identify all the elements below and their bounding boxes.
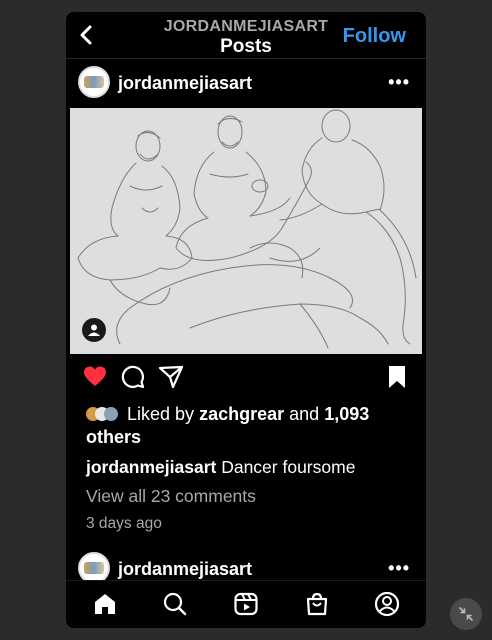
view-comments-link[interactable]: View all 23 comments bbox=[86, 486, 256, 507]
caption-username[interactable]: jordanmejiasart bbox=[86, 457, 216, 477]
post-image[interactable] bbox=[70, 108, 422, 354]
send-icon[interactable] bbox=[158, 364, 184, 390]
next-post-username[interactable]: jordanmejiasart bbox=[118, 559, 252, 580]
profile-icon[interactable] bbox=[374, 591, 400, 617]
shopping-bag-icon[interactable] bbox=[304, 591, 330, 617]
person-icon bbox=[88, 324, 100, 336]
home-icon[interactable] bbox=[92, 591, 118, 617]
follow-button[interactable]: Follow bbox=[343, 25, 406, 48]
liker-avatars bbox=[86, 403, 118, 426]
reels-icon[interactable] bbox=[233, 591, 259, 617]
search-icon[interactable] bbox=[162, 591, 188, 617]
post-username[interactable]: jordanmejiasart bbox=[118, 73, 252, 94]
likes-summary[interactable]: Liked by zachgrear and 1,093 others bbox=[86, 403, 416, 449]
caption-text: Dancer foursome bbox=[221, 457, 356, 477]
sketch-drawing bbox=[70, 108, 422, 354]
liked-by-and: and bbox=[289, 404, 320, 424]
next-post-more-button[interactable]: ••• bbox=[388, 558, 410, 579]
post-actions bbox=[66, 364, 426, 394]
post-timestamp: 3 days ago bbox=[86, 515, 162, 532]
more-options-button[interactable]: ••• bbox=[388, 72, 410, 93]
avatar[interactable] bbox=[78, 66, 110, 98]
liked-by-user[interactable]: zachgrear bbox=[199, 404, 284, 424]
likes-others[interactable]: others bbox=[86, 427, 141, 447]
liked-by-prefix: Liked by bbox=[127, 404, 195, 424]
post-caption: jordanmejiasart Dancer foursome bbox=[86, 457, 355, 478]
avatar bbox=[104, 407, 118, 421]
tagged-users-button[interactable] bbox=[82, 318, 106, 342]
comment-bubble-icon[interactable] bbox=[120, 364, 146, 390]
minimize-button[interactable] bbox=[450, 598, 482, 630]
instagram-screen: JORDANMEJIASART Posts Follow jordanmejia… bbox=[66, 12, 426, 628]
like-count[interactable]: 1,093 bbox=[324, 404, 369, 424]
minimize-arrows-icon bbox=[459, 607, 473, 621]
bottom-nav bbox=[66, 580, 426, 628]
heart-icon[interactable] bbox=[82, 364, 108, 390]
top-bar: JORDANMEJIASART Posts Follow bbox=[66, 12, 426, 59]
bookmark-icon[interactable] bbox=[384, 364, 410, 390]
post-header: jordanmejiasart ••• bbox=[66, 60, 426, 108]
